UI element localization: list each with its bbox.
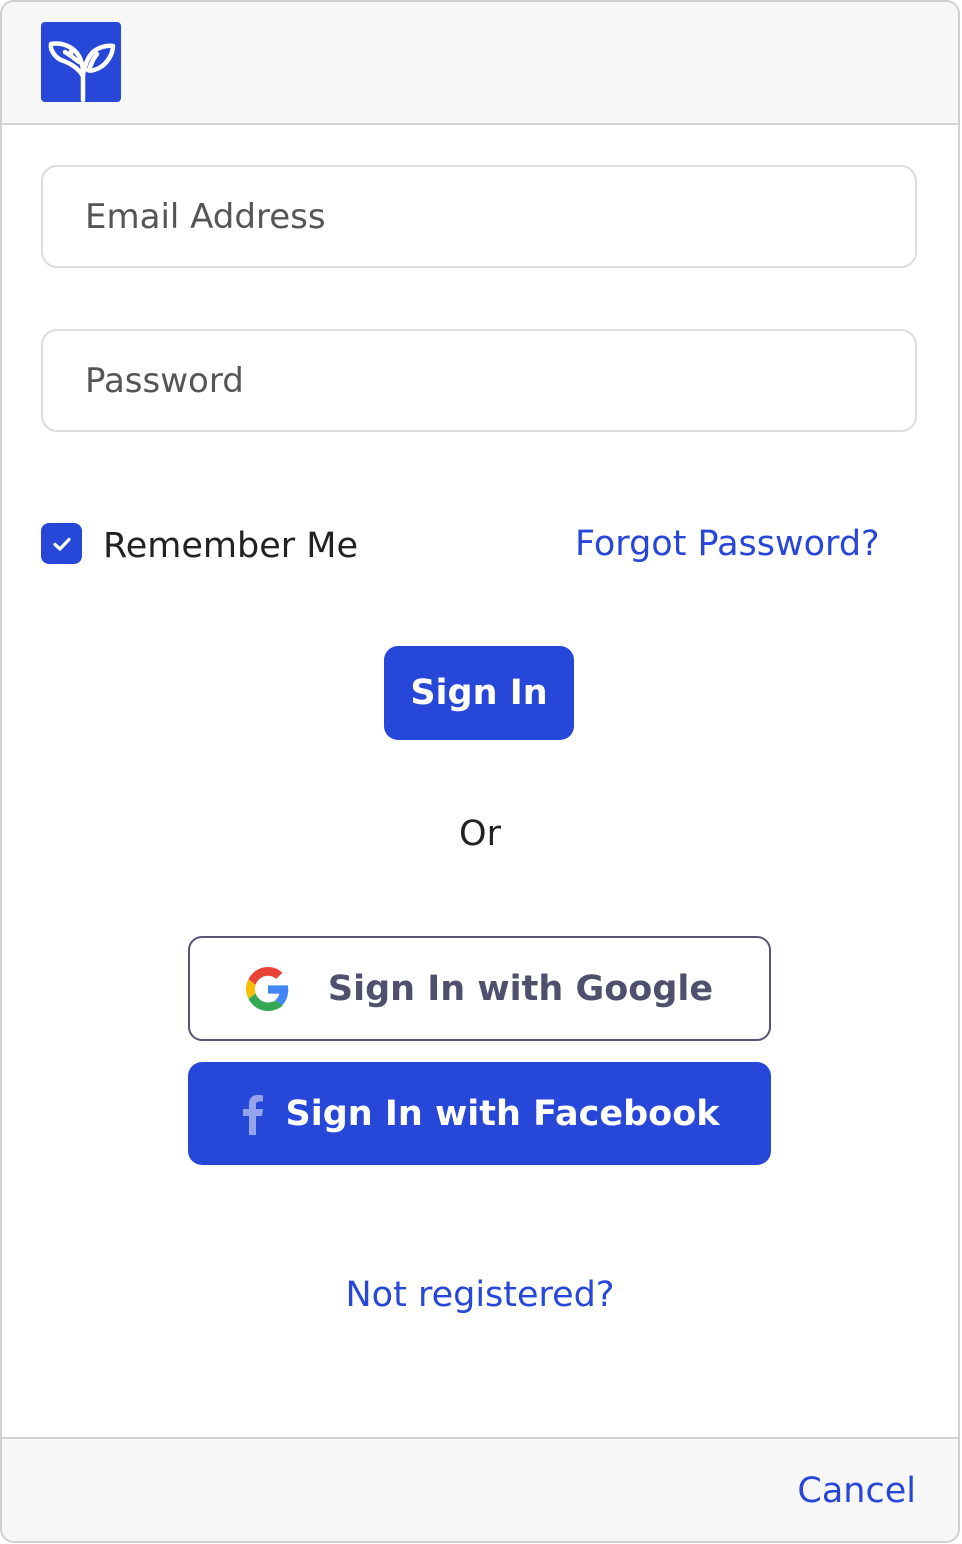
forgot-password-link[interactable]: Forgot Password? (575, 520, 880, 568)
email-input[interactable] (41, 165, 917, 268)
login-dialog: Remember Me Forgot Password? Sign In Or … (0, 0, 960, 1543)
sign-in-button[interactable]: Sign In (384, 646, 574, 740)
google-icon (245, 966, 289, 1011)
remember-me-checkbox[interactable] (41, 523, 82, 564)
facebook-button-label: Sign In with Facebook (285, 1093, 720, 1134)
facebook-sign-in-button[interactable]: Sign In with Facebook (188, 1062, 771, 1165)
dialog-header (2, 2, 958, 125)
or-divider-text: Or (459, 814, 501, 854)
check-icon (52, 537, 71, 551)
google-sign-in-button[interactable]: Sign In with Google (188, 936, 771, 1041)
not-registered-link[interactable]: Not registered? (2, 1271, 958, 1319)
sprout-logo-icon (41, 22, 121, 103)
cancel-button[interactable]: Cancel (797, 1467, 916, 1515)
google-button-label: Sign In with Google (327, 968, 714, 1009)
password-input[interactable] (41, 329, 917, 432)
dialog-footer: Cancel (2, 1437, 958, 1541)
facebook-icon (243, 1094, 264, 1135)
remember-me-label[interactable]: Remember Me (103, 522, 358, 570)
